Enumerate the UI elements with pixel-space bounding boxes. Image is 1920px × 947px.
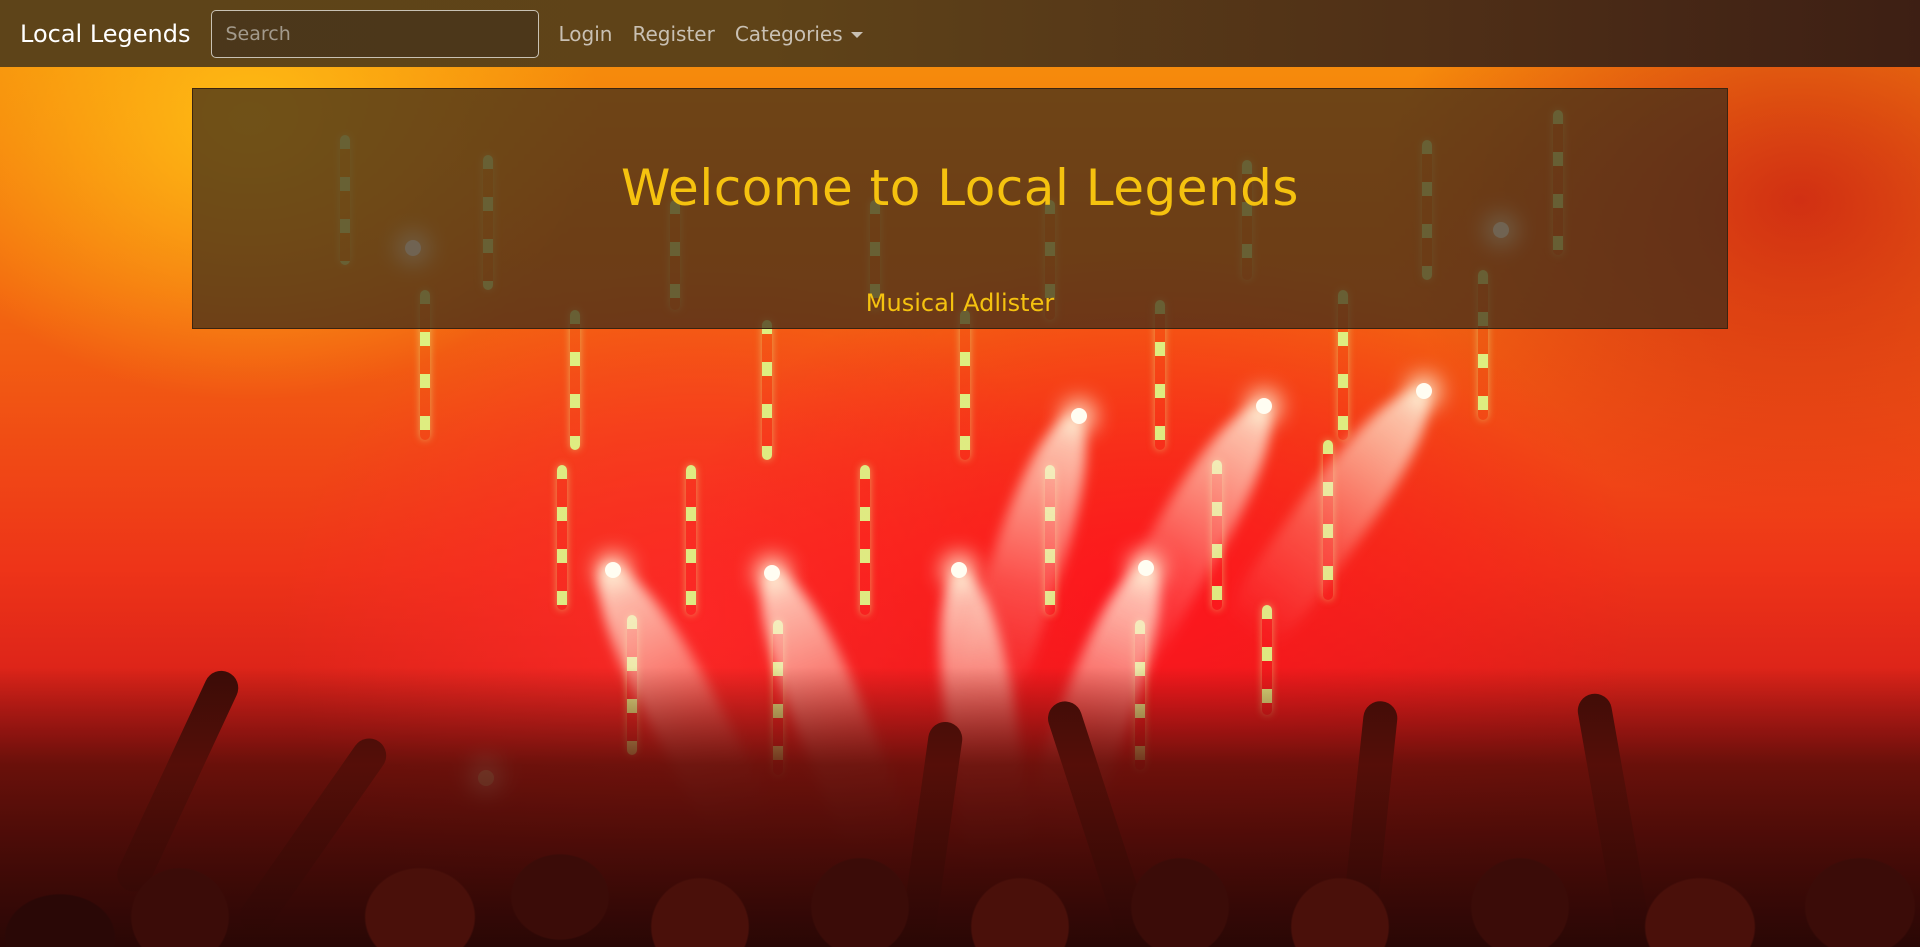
welcome-jumbotron: Welcome to Local Legends Musical Adliste… [192,88,1728,329]
brand-logo-link[interactable]: Local Legends [20,20,191,48]
stage-lamp [1071,408,1087,424]
categories-label: Categories [734,21,843,46]
stage-light-strip [570,310,580,450]
stage-lamp [1256,398,1272,414]
nav-link-register[interactable]: Register [622,22,724,46]
stage-lamp [1138,560,1154,576]
top-navbar: Local Legends Login Register Categories [0,0,1920,67]
page-title: Welcome to Local Legends [621,159,1299,217]
stage-light-strip [960,310,970,460]
stage-light-strip [686,465,696,615]
chevron-down-icon [850,32,863,38]
stage-light-strip [557,465,567,610]
stage-light-strip [860,465,870,615]
stage-lamp [1416,383,1432,399]
stage-light-strip [762,320,772,460]
nav-link-login[interactable]: Login [549,22,623,46]
page-subtitle: Musical Adlister [865,289,1055,317]
stage-lamp [764,565,780,581]
crowd-silhouette [0,667,1920,947]
nav-dropdown-categories[interactable]: Categories [725,22,873,46]
search-input[interactable] [210,9,539,58]
stage-lamp [951,562,967,578]
stage-lamp [605,562,621,578]
